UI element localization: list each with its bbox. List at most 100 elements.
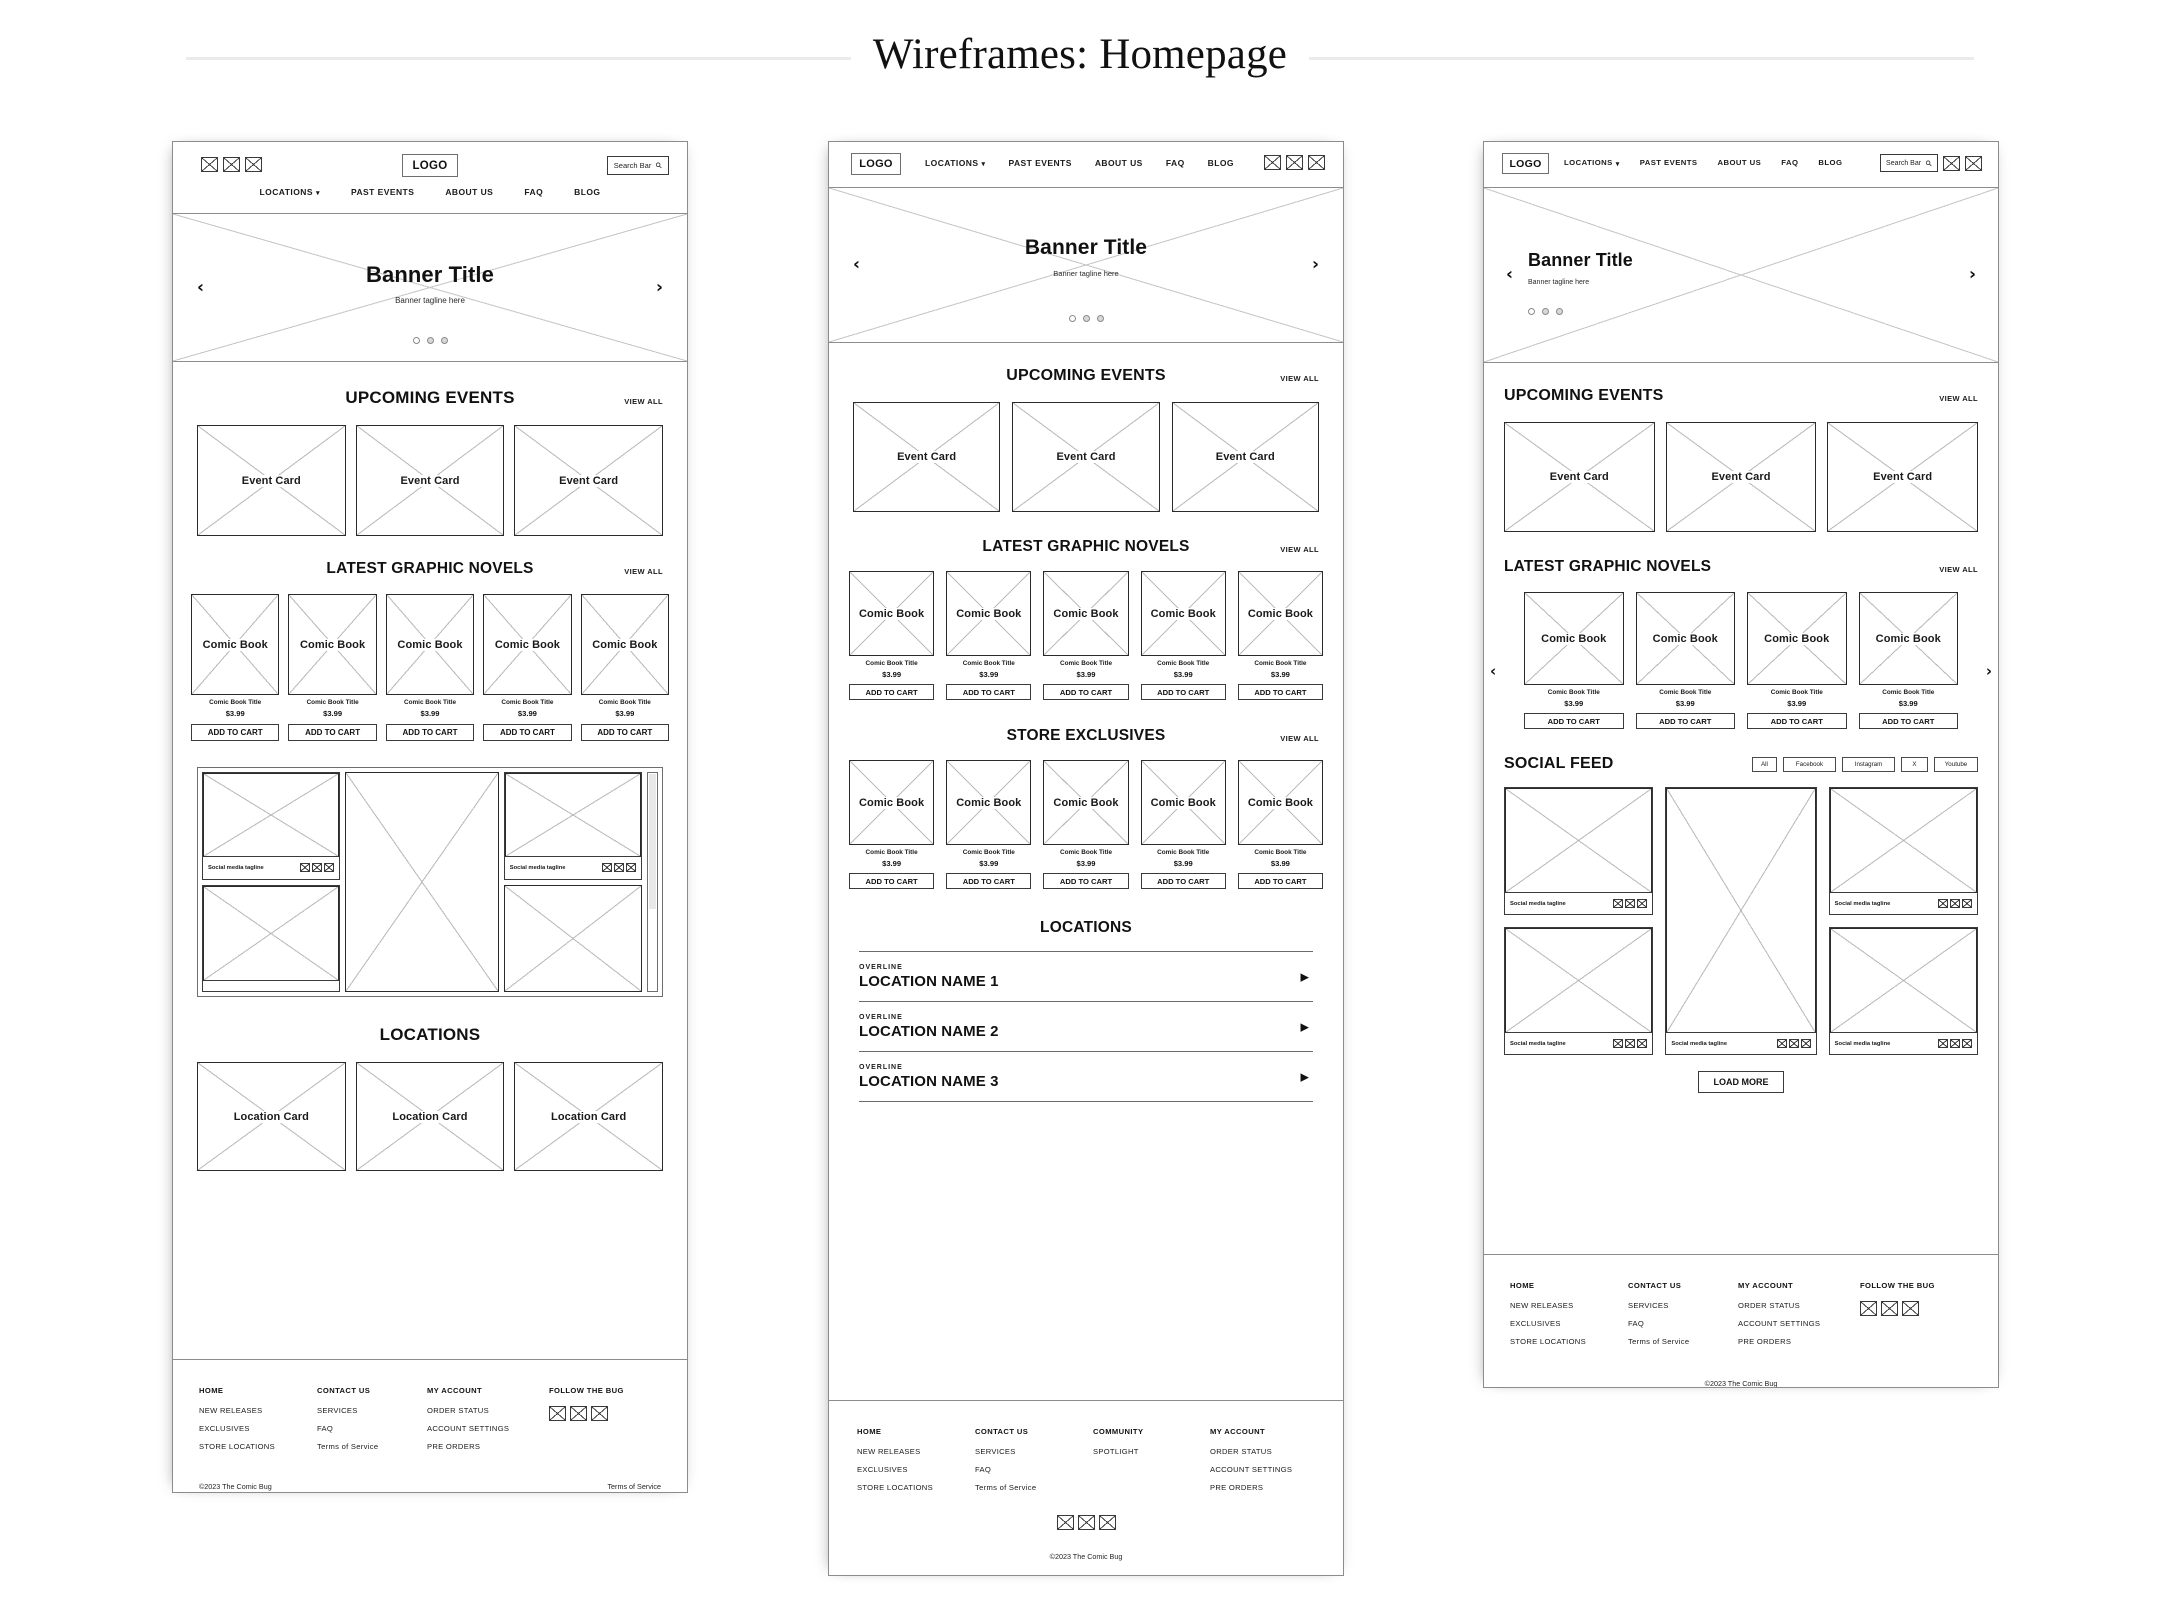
footer-head[interactable]: HOME <box>857 1427 975 1436</box>
social-icon-1[interactable] <box>1613 899 1624 908</box>
event-card[interactable]: Event Card <box>514 425 664 536</box>
social-icon-2[interactable] <box>614 863 625 872</box>
logo[interactable]: LOGO <box>851 153 901 175</box>
footer-link[interactable]: SERVICES <box>1628 1301 1738 1310</box>
footer-link[interactable]: PRE ORDERS <box>427 1442 549 1451</box>
add-to-cart-button[interactable]: ADD TO CART <box>580 724 670 741</box>
filter-chip-instagram[interactable]: Instagram <box>1842 756 1895 772</box>
add-to-cart-button[interactable]: ADD TO CART <box>1524 713 1624 729</box>
social-icon-3[interactable] <box>1637 1039 1648 1048</box>
banner-prev-arrow[interactable]: ‹ <box>197 279 204 296</box>
filter-chip-facebook[interactable]: Facebook <box>1783 756 1836 772</box>
footer-link[interactable]: ACCOUNT SETTINGS <box>427 1424 549 1433</box>
product-thumb[interactable]: Comic Book <box>191 594 280 695</box>
footer-link[interactable]: NEW RELEASES <box>199 1406 317 1415</box>
banner-dot-1[interactable] <box>1528 308 1535 315</box>
novels-view-all-link[interactable]: VIEW ALL <box>1939 565 1978 574</box>
social-link-icon-1[interactable] <box>549 1406 566 1421</box>
social-card[interactable]: Social media tagline <box>202 772 341 880</box>
placeholder-icon-1[interactable] <box>1264 155 1281 170</box>
social-icon-3[interactable] <box>1800 1039 1811 1048</box>
nav-item-about-us[interactable]: ABOUT US <box>445 187 493 197</box>
product-thumb[interactable]: Comic Book <box>1237 760 1324 845</box>
social-icon-2[interactable] <box>1625 899 1636 908</box>
terms-of-service-link[interactable]: Terms of Service <box>607 1482 661 1491</box>
event-card[interactable]: Event Card <box>853 402 1001 512</box>
social-card[interactable]: Social media tagline <box>1504 927 1654 1055</box>
placeholder-icon-2[interactable] <box>1286 155 1303 170</box>
footer-link[interactable]: EXCLUSIVES <box>199 1424 317 1433</box>
add-to-cart-button[interactable]: ADD TO CART <box>1043 873 1129 889</box>
footer-link[interactable]: PRE ORDERS <box>1210 1483 1292 1492</box>
event-card[interactable]: Event Card <box>197 425 346 536</box>
nav-item-blog[interactable]: BLOG <box>574 187 600 197</box>
add-to-cart-button[interactable]: ADD TO CART <box>849 873 935 889</box>
event-card[interactable]: Event Card <box>1012 402 1160 512</box>
footer-link[interactable]: ACCOUNT SETTINGS <box>1738 1319 1860 1328</box>
footer-link[interactable]: ORDER STATUS <box>1738 1301 1860 1310</box>
events-view-all-link[interactable]: VIEW ALL <box>1280 374 1319 383</box>
footer-link[interactable]: FAQ <box>317 1424 427 1433</box>
product-thumb[interactable]: Comic Book <box>946 571 1032 656</box>
product-thumb[interactable]: Comic Book <box>1858 592 1958 685</box>
add-to-cart-button[interactable]: ADD TO CART <box>1140 684 1226 700</box>
nav-item-locations[interactable]: LOCATIONS ▾ <box>925 158 985 168</box>
social-link-icon-1[interactable] <box>1056 1515 1074 1530</box>
footer-link[interactable]: ORDER STATUS <box>1210 1447 1292 1456</box>
footer-head[interactable]: MY ACCOUNT <box>1738 1281 1860 1290</box>
footer-link[interactable]: STORE LOCATIONS <box>1510 1337 1628 1346</box>
search-input[interactable]: Search Bar ⚲ <box>607 156 669 175</box>
social-card[interactable] <box>202 884 341 992</box>
location-card[interactable]: Location Card <box>197 1062 346 1171</box>
nav-item-past-events[interactable]: PAST EVENTS <box>1640 158 1698 167</box>
footer-link[interactable]: STORE LOCATIONS <box>857 1483 975 1492</box>
social-card-tall[interactable] <box>345 772 499 992</box>
add-to-cart-button[interactable]: ADD TO CART <box>1635 713 1735 729</box>
placeholder-icon-2[interactable] <box>1965 155 1982 171</box>
product-thumb[interactable]: Comic Book <box>849 760 935 845</box>
add-to-cart-button[interactable]: ADD TO CART <box>385 724 475 741</box>
social-link-icon-2[interactable] <box>570 1406 587 1421</box>
social-icon-3[interactable] <box>1961 1039 1972 1048</box>
social-icon-1[interactable] <box>602 863 613 872</box>
social-icon-2[interactable] <box>1625 1039 1636 1048</box>
footer-link[interactable]: ORDER STATUS <box>427 1406 549 1415</box>
logo[interactable]: LOGO <box>1502 153 1549 174</box>
product-thumb[interactable]: Comic Book <box>1635 592 1735 685</box>
social-card-tall[interactable]: Social media tagline <box>1665 787 1817 1055</box>
add-to-cart-button[interactable]: ADD TO CART <box>1237 873 1324 889</box>
product-thumb[interactable]: Comic Book <box>1237 571 1324 656</box>
social-card[interactable]: Social media tagline <box>1828 927 1978 1055</box>
add-to-cart-button[interactable]: ADD TO CART <box>1237 684 1324 700</box>
location-row[interactable]: OVERLINE LOCATION NAME 1 ▶ <box>859 952 1313 1002</box>
filter-chip-x[interactable]: X <box>1901 756 1928 772</box>
banner-dot-3[interactable] <box>1096 315 1104 322</box>
banner-prev-arrow[interactable]: ‹ <box>853 256 860 274</box>
scrollbar-thumb[interactable] <box>649 774 657 910</box>
social-icon-3[interactable] <box>324 863 335 872</box>
location-row[interactable]: OVERLINE LOCATION NAME 2 ▶ <box>859 1002 1313 1052</box>
banner-dot-3[interactable] <box>1556 308 1563 315</box>
social-icon-1[interactable] <box>1613 1039 1624 1048</box>
social-icon-2[interactable] <box>1788 1039 1799 1048</box>
event-card[interactable]: Event Card <box>1827 422 1979 532</box>
banner-dot-1[interactable] <box>1068 315 1076 322</box>
placeholder-icon-3[interactable] <box>245 157 262 172</box>
footer-link[interactable]: SERVICES <box>317 1406 427 1415</box>
events-view-all-link[interactable]: VIEW ALL <box>1939 394 1978 403</box>
location-row[interactable]: OVERLINE LOCATION NAME 3 ▶ <box>859 1052 1313 1102</box>
nav-item-past-events[interactable]: PAST EVENTS <box>351 187 414 197</box>
footer-link[interactable]: Terms of Service <box>1628 1337 1738 1346</box>
nav-item-blog[interactable]: BLOG <box>1208 158 1234 168</box>
placeholder-icon-1[interactable] <box>201 157 218 172</box>
banner-prev-arrow[interactable]: ‹ <box>1506 266 1513 284</box>
social-link-icon-3[interactable] <box>1098 1515 1116 1530</box>
chevron-right-icon[interactable]: ▶ <box>1301 971 1309 982</box>
footer-link[interactable]: NEW RELEASES <box>1510 1301 1628 1310</box>
nav-item-faq[interactable]: FAQ <box>1781 158 1798 167</box>
banner-dot-2[interactable] <box>1542 308 1549 315</box>
location-card[interactable]: Location Card <box>355 1062 505 1171</box>
location-card[interactable]: Location Card <box>514 1062 664 1171</box>
nav-item-about-us[interactable]: ABOUT US <box>1095 158 1143 168</box>
footer-head[interactable]: CONTACT US <box>317 1386 427 1395</box>
